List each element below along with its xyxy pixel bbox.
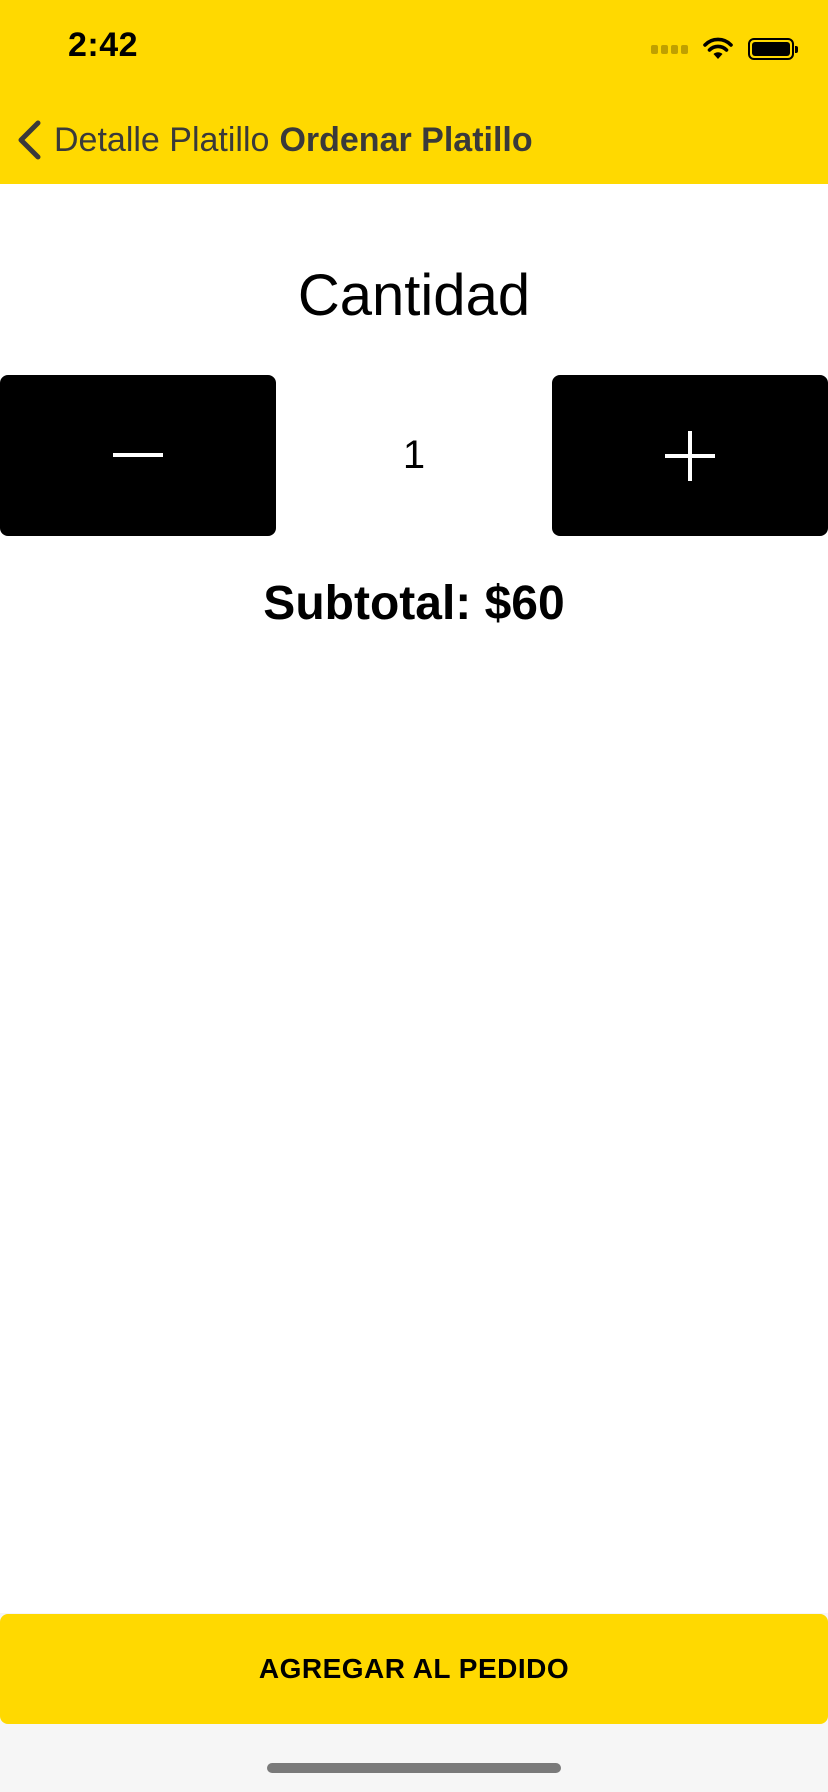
subtotal-text: Subtotal: $60 [263,577,565,630]
back-button[interactable]: Detalle Platillo [0,120,269,160]
increase-quantity-button[interactable] [552,375,828,536]
plus-icon [665,430,715,481]
battery-icon [748,38,798,60]
wifi-icon [703,37,733,59]
decrease-quantity-button[interactable] [0,375,276,536]
add-to-order-button[interactable]: AGREGAR AL PEDIDO [0,1614,828,1724]
back-label: Detalle Platillo [54,120,270,159]
signal-icon [651,44,688,54]
navigation-bar: Detalle Platillo Ordenar Platillo [0,110,828,170]
quantity-label: Cantidad [297,263,531,328]
header: 2:42 Detalle Platillo Ordenar Platillo [0,0,828,184]
minus-icon [113,452,163,457]
page-title: Ordenar Platillo [279,120,533,159]
home-indicator [267,1763,561,1773]
quantity-stepper: 1 [0,375,828,536]
status-icons [651,34,798,64]
chevron-left-icon [18,120,41,160]
status-time: 2:42 [68,26,139,64]
quantity-value: 1 [402,433,426,477]
